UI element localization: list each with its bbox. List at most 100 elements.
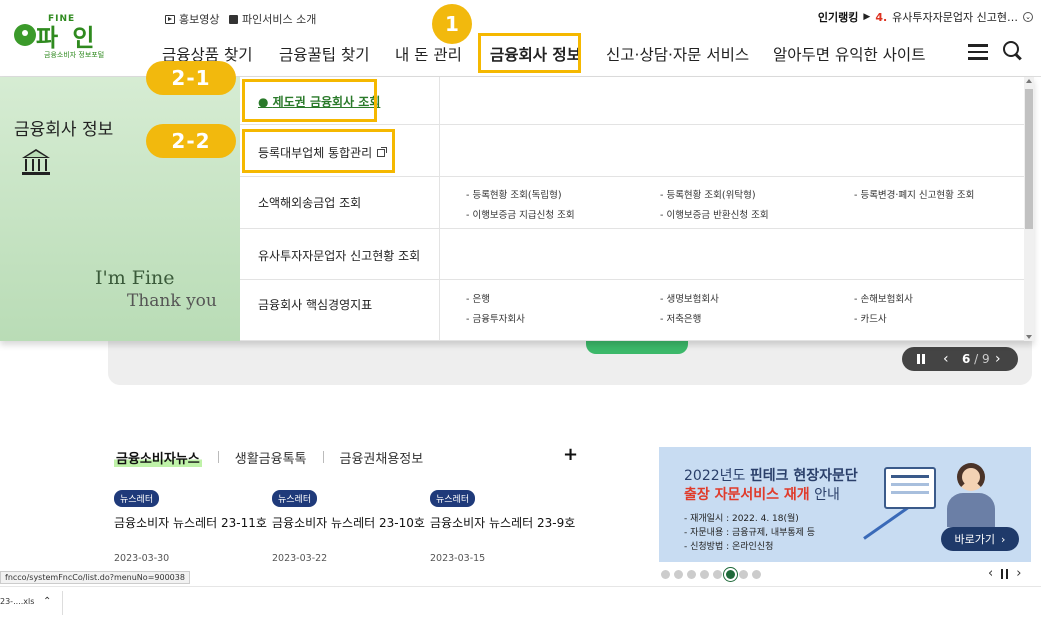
promo-title-line2: 출장 자문서비스 재개 안내: [684, 484, 840, 504]
news-card[interactable]: 뉴스레터 금융소비자 뉴스레터 23-10호 2023-03-22: [272, 487, 432, 564]
pagination-dot[interactable]: [674, 570, 683, 579]
gnb-item-useful-sites[interactable]: 알아두면 유익한 사이트: [773, 43, 925, 65]
popular-ranking[interactable]: 인기랭킹 ▶ 4. 유사투자자문업자 신고현… ⌄: [818, 9, 1033, 25]
banner-pager: 6 / 9: [962, 352, 990, 366]
scroll-up-icon[interactable]: [1026, 79, 1032, 83]
news-title[interactable]: 금융소비자 뉴스레터 23-11호: [114, 514, 274, 531]
tab-consumer-news[interactable]: 금융소비자뉴스: [114, 447, 202, 467]
submenu-link[interactable]: - 등록현황 조회(독립형): [466, 187, 562, 201]
tab-life-finance[interactable]: 생활금융톡톡: [235, 448, 307, 467]
mega-menu-dropdown: 금융회사 정보 I'm Fine Thank you ● 제도권 금융회사 조회…: [0, 77, 1034, 341]
menu-row: 소액해외송금업 조회 - 등록현황 조회(독립형) - 등록현황 조회(위탁형)…: [240, 177, 1024, 229]
promo-person-illustration: [941, 461, 1001, 527]
step-badge-2-1: 2-1: [146, 61, 236, 95]
thank-you-text: Thank you: [127, 291, 217, 311]
pagination-dot[interactable]: [700, 570, 709, 579]
download-item[interactable]: 23-....xls: [0, 597, 34, 606]
pagination-dot[interactable]: [739, 570, 748, 579]
news-more-plus-icon[interactable]: +: [563, 444, 578, 465]
tab-finance-jobs[interactable]: 금융권채용정보: [340, 448, 424, 467]
pagination-dot-active[interactable]: [726, 570, 735, 579]
util-link-video[interactable]: 홍보영상: [165, 11, 219, 27]
submenu-link[interactable]: - 이행보증금 반환신청 조회: [660, 207, 769, 221]
gnb-item-tips[interactable]: 금융꿀팁 찾기: [279, 43, 370, 65]
promo-title-main: 핀테크 현장자문단: [749, 468, 858, 484]
chevron-up-icon[interactable]: ⌃: [43, 596, 51, 607]
pause-icon[interactable]: [917, 354, 925, 364]
main-banner: [108, 341, 1032, 385]
hamburger-menu-icon[interactable]: [968, 44, 988, 60]
video-icon: [165, 14, 175, 24]
step-badge-1: 1: [432, 4, 472, 44]
news-date: 2023-03-22: [272, 553, 328, 564]
news-card[interactable]: 뉴스레터 금융소비자 뉴스레터 23-9호 2023-03-15: [430, 487, 590, 564]
menu-category: 유사투자자문업자 신고현황 조회: [240, 229, 440, 279]
scroll-down-icon[interactable]: [1026, 335, 1032, 339]
pagination-dot[interactable]: [687, 570, 696, 579]
promo-go-button[interactable]: 바로가기 ›: [941, 527, 1019, 551]
download-divider: [62, 591, 63, 615]
gnb-item-my-money[interactable]: 내 돈 관리: [395, 43, 462, 65]
bank-icon: [22, 149, 50, 177]
news-tabs: 금융소비자뉴스 생활금융톡톡 금융권채용정보: [114, 447, 423, 467]
pagination-dot[interactable]: [713, 570, 722, 579]
menu-row: 유사투자자문업자 신고현황 조회: [240, 229, 1024, 280]
submenu-link[interactable]: - 생명보험회사: [660, 291, 719, 305]
page: FINE 파 인 금융소비자 정보포털 홍보영상 파인서비스 소개 인기랭킹 ▶…: [0, 0, 1041, 619]
pagination-dot[interactable]: [752, 570, 761, 579]
ranking-label: 인기랭킹: [817, 11, 859, 24]
menu-link-key-indicators[interactable]: 금융회사 핵심경영지표: [258, 296, 372, 313]
promo-title-line1: 2022년도 핀테크 현장자문단: [684, 465, 858, 485]
chevron-down-icon[interactable]: ⌄: [1023, 12, 1033, 22]
promo-title-year: 2022년도: [684, 468, 750, 484]
news-title[interactable]: 금융소비자 뉴스레터 23-9호: [430, 514, 590, 531]
menu-row: 금융회사 핵심경영지표 - 은행 - 생명보험회사 - 손해보험회사 - 금융투…: [240, 280, 1024, 341]
status-bar-url: fncco/systemFncCo/list.do?menuNo=900038: [0, 571, 190, 584]
scroll-thumb[interactable]: [1025, 89, 1033, 229]
promo-controls: ‹ ›: [988, 566, 1021, 581]
promo-title-suffix: 안내: [809, 487, 840, 503]
menu-link-overseas-remittance[interactable]: 소액해외송금업 조회: [258, 194, 361, 211]
pause-icon[interactable]: [1001, 568, 1009, 579]
submenu-link[interactable]: - 등록현황 조회(위탁형): [660, 187, 756, 201]
submenu-link[interactable]: - 은행: [466, 291, 490, 305]
util-link-about-label: 파인서비스 소개: [242, 13, 317, 26]
news-badge: 뉴스레터: [272, 490, 318, 507]
submenu-link[interactable]: - 카드사: [854, 311, 887, 325]
menu-link-similar-advisory[interactable]: 유사투자자문업자 신고현황 조회: [258, 247, 420, 264]
news-badge: 뉴스레터: [114, 490, 160, 507]
submenu-link[interactable]: - 이행보증금 지급신청 조회: [466, 207, 575, 221]
submenu-link[interactable]: - 손해보험회사: [854, 291, 913, 305]
ranking-text[interactable]: 유사투자자문업자 신고현…: [892, 9, 1018, 25]
util-link-about[interactable]: 파인서비스 소개: [229, 11, 316, 27]
banner-page-total: 9: [982, 352, 990, 366]
promo-board-graphic: [884, 467, 936, 509]
play-icon[interactable]: ▶: [863, 12, 870, 22]
promo-pagination: [661, 570, 761, 579]
mega-menu-scrollbar[interactable]: [1024, 77, 1034, 341]
submenu-link[interactable]: - 저축은행: [660, 311, 701, 325]
gnb-item-report-consult[interactable]: 신고·상담·자문 서비스: [606, 43, 749, 65]
news-card[interactable]: 뉴스레터 금융소비자 뉴스레터 23-11호 2023-03-30: [114, 487, 274, 564]
chevron-right-icon: ›: [1001, 532, 1006, 546]
promo-go-label: 바로가기: [954, 533, 996, 546]
pagination-dot[interactable]: [661, 570, 670, 579]
tab-divider: [322, 451, 324, 463]
promo-title-highlight: 출장 자문서비스 재개: [684, 487, 810, 503]
search-icon[interactable]: [1003, 41, 1023, 61]
submenu-link[interactable]: - 등록변경·폐지 신고현황 조회: [854, 187, 974, 201]
promo-banner[interactable]: 2022년도 핀테크 현장자문단 출장 자문서비스 재개 안내 - 재개일시 :…: [659, 447, 1031, 562]
submenu-link[interactable]: - 금융투자회사: [466, 311, 525, 325]
mega-menu-side-panel: 금융회사 정보 I'm Fine Thank you: [0, 77, 240, 341]
download-bar: 23-....xls ⌃: [0, 586, 1041, 619]
highlight-box-step1: [478, 33, 581, 73]
chevron-left-icon[interactable]: ‹: [988, 566, 993, 581]
news-title[interactable]: 금융소비자 뉴스레터 23-10호: [272, 514, 432, 531]
chevron-left-icon[interactable]: ‹: [943, 351, 949, 367]
chevron-right-icon[interactable]: ›: [1016, 566, 1021, 581]
chevron-right-icon[interactable]: ›: [995, 351, 1001, 367]
highlight-box-step2-1: [242, 79, 377, 122]
tab-divider: [217, 451, 219, 463]
util-link-video-label: 홍보영상: [179, 13, 220, 26]
highlight-box-step2-2: [242, 129, 395, 173]
